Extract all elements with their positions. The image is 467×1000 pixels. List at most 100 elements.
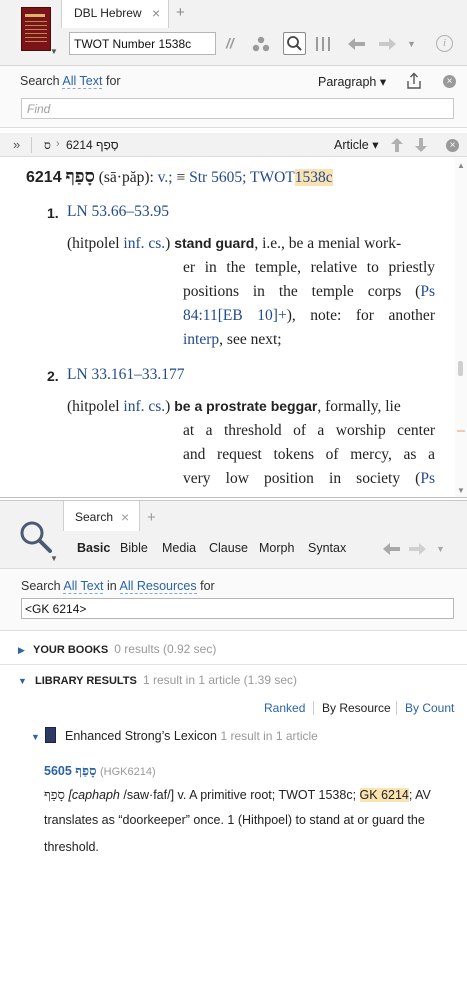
- paragraph-dropdown[interactable]: Paragraph ▾: [318, 74, 386, 89]
- tab-dbl-hebrew[interactable]: DBL Hebrew ×: [61, 0, 169, 28]
- history-dropdown-icon[interactable]: ▼: [436, 544, 445, 554]
- definition-text: , i.e., be a menial work-: [254, 235, 402, 252]
- sort-by-count-link[interactable]: By Count: [405, 701, 454, 715]
- part-of-speech-link[interactable]: v.;: [158, 169, 173, 186]
- sense-number: 1.: [47, 205, 59, 221]
- parallel-resources-icon[interactable]: //: [226, 36, 234, 50]
- mode-basic[interactable]: Basic: [77, 541, 110, 555]
- result-resource[interactable]: Enhanced Strong’s Lexicon 1 result in 1 …: [65, 729, 318, 743]
- grammar-link[interactable]: inf. cs.: [123, 235, 165, 252]
- scripture-link[interactable]: Ps: [420, 470, 435, 487]
- find-bar: Search All Text for Paragraph ▾ × Find: [0, 66, 467, 128]
- forward-icon[interactable]: [378, 38, 396, 50]
- louw-nida-link[interactable]: LN 53.66–53.95: [67, 203, 169, 221]
- library-results-header[interactable]: ▼ LIBRARY RESULTS 1 result in 1 article …: [18, 673, 297, 687]
- collapse-triangle-icon[interactable]: ▼: [31, 732, 40, 742]
- result-resource-title: Enhanced Strong’s Lexicon: [65, 729, 217, 743]
- article-dropdown[interactable]: Article ▾: [334, 137, 378, 152]
- breadcrumb-entry[interactable]: 6214 סָפַף: [66, 138, 119, 152]
- forward-icon[interactable]: [408, 543, 426, 555]
- article-scrollbar[interactable]: ▲ ▼: [455, 158, 467, 497]
- definition-text: very low position in society (: [183, 470, 421, 487]
- info-icon[interactable]: i: [436, 35, 453, 52]
- back-icon[interactable]: [383, 543, 401, 555]
- result-heading[interactable]: 5605 סָפַף (HGK6214): [44, 763, 156, 779]
- result-number-link[interactable]: 5605: [44, 764, 72, 778]
- panel-menu-caret-icon[interactable]: ▼: [50, 47, 58, 56]
- scope-all-text-link[interactable]: All Text: [63, 579, 104, 594]
- result-hebrew-link[interactable]: סָפַף: [75, 764, 96, 779]
- interp-link[interactable]: interp: [183, 331, 219, 348]
- your-books-meta: 0 results (0.92 sec): [114, 642, 217, 656]
- magnifier-icon[interactable]: [18, 519, 54, 555]
- next-article-icon[interactable]: [415, 138, 427, 152]
- scroll-thumb[interactable]: [458, 361, 463, 376]
- definition-text: positions in the temple corps: [183, 283, 402, 300]
- find-input[interactable]: Find: [21, 98, 454, 119]
- your-books-header[interactable]: ▶ YOUR BOOKS 0 results (0.92 sec): [18, 642, 216, 656]
- result-snippet-line: סָפַף [caphaph /saw·faf/] v. A primitive…: [44, 787, 431, 803]
- scripture-link[interactable]: 84:11: [183, 307, 218, 324]
- previous-article-icon[interactable]: [391, 138, 403, 152]
- share-icon[interactable]: [405, 72, 423, 90]
- scope-all-text-link[interactable]: All Text: [62, 74, 103, 89]
- expand-triangle-icon[interactable]: ▶: [18, 645, 25, 655]
- tab-label: Search: [75, 510, 114, 524]
- mode-clause[interactable]: Clause: [209, 541, 248, 555]
- mode-morph[interactable]: Morph: [259, 541, 294, 555]
- collapse-triangle-icon[interactable]: ▼: [18, 676, 27, 686]
- dbl-hebrew-panel: ▼ DBL Hebrew × + // ▼: [0, 0, 467, 498]
- breadcrumb-letter[interactable]: ס: [44, 138, 51, 153]
- sense-gloss-line: (hitpolel inf. cs.) stand guard, i.e., b…: [67, 235, 401, 253]
- expand-chevron-icon[interactable]: »: [13, 137, 20, 152]
- for-label: for: [200, 579, 215, 593]
- mode-bible[interactable]: Bible: [120, 541, 148, 555]
- close-nav-icon[interactable]: ×: [446, 139, 459, 152]
- panel-menu-caret-icon[interactable]: ▼: [50, 554, 58, 563]
- history-dropdown-icon[interactable]: ▼: [407, 40, 416, 49]
- columns-icon[interactable]: [315, 36, 331, 52]
- scripture-link[interactable]: Ps: [420, 283, 435, 300]
- snippet-hebrew: סָפַף: [44, 788, 65, 803]
- scroll-down-icon[interactable]: ▼: [457, 486, 465, 495]
- search-query-bar: Search All Text in All Resources for: [0, 569, 467, 631]
- sort-ranked-link[interactable]: Ranked: [264, 701, 305, 715]
- close-tab-icon[interactable]: ×: [152, 5, 160, 21]
- entry-transliteration: (sā·păp): [98, 169, 150, 186]
- add-tab-icon[interactable]: +: [147, 509, 156, 526]
- search-query-input[interactable]: [21, 598, 454, 619]
- snippet-text: /saw·faf/] v. A primitive root; TWOT 153…: [119, 788, 360, 802]
- scripture-link[interactable]: [EB 10]: [218, 307, 278, 324]
- louw-nida-link[interactable]: LN 33.161–33.177: [67, 366, 185, 384]
- visual-filters-icon[interactable]: [252, 36, 270, 52]
- sort-by-resource-link[interactable]: By Resource: [322, 701, 391, 715]
- search-hit-highlight[interactable]: GK 6214: [359, 788, 409, 802]
- back-icon[interactable]: [348, 38, 366, 50]
- stem-label: (hitpolel: [67, 235, 120, 252]
- equivalence-mark: ≡: [176, 169, 186, 186]
- close-find-icon[interactable]: ×: [443, 75, 456, 88]
- reference-input[interactable]: [69, 32, 216, 55]
- book-cover-icon[interactable]: [21, 7, 51, 51]
- mode-media[interactable]: Media: [162, 541, 196, 555]
- definition-text: positions in the temple corps (Ps: [183, 283, 435, 301]
- all-resources-link[interactable]: All Resources: [119, 579, 197, 594]
- grammar-link[interactable]: inf. cs.: [123, 398, 165, 415]
- add-tab-icon[interactable]: +: [176, 4, 185, 21]
- strongs-link[interactable]: Str 5605;: [189, 169, 246, 186]
- mode-syntax[interactable]: Syntax: [308, 541, 346, 555]
- twot-number-highlight[interactable]: 1538c: [294, 169, 333, 186]
- tab-search[interactable]: Search ×: [63, 501, 140, 531]
- twot-link[interactable]: TWOT: [250, 169, 295, 186]
- search-panel: ▼ Search × + Basic Bible Media Clause Mo…: [0, 500, 467, 1000]
- tab-label: DBL Hebrew: [74, 6, 142, 20]
- search-tabstrip: ▼ Search × + Basic Bible Media Clause Mo…: [0, 501, 467, 569]
- sense-gloss-line: (hitpolel inf. cs.) be a prostrate begga…: [67, 398, 401, 416]
- scroll-up-icon[interactable]: ▲: [457, 161, 465, 170]
- search-icon[interactable]: [283, 32, 306, 55]
- your-books-label: YOUR BOOKS: [32, 644, 109, 656]
- close-tab-icon[interactable]: ×: [121, 509, 129, 525]
- definition-text: er in the temple, relative to priestly: [183, 259, 435, 276]
- more-refs-link[interactable]: +: [278, 307, 287, 324]
- definition-text: 84:11[EB 10]+), note: for another: [183, 307, 435, 325]
